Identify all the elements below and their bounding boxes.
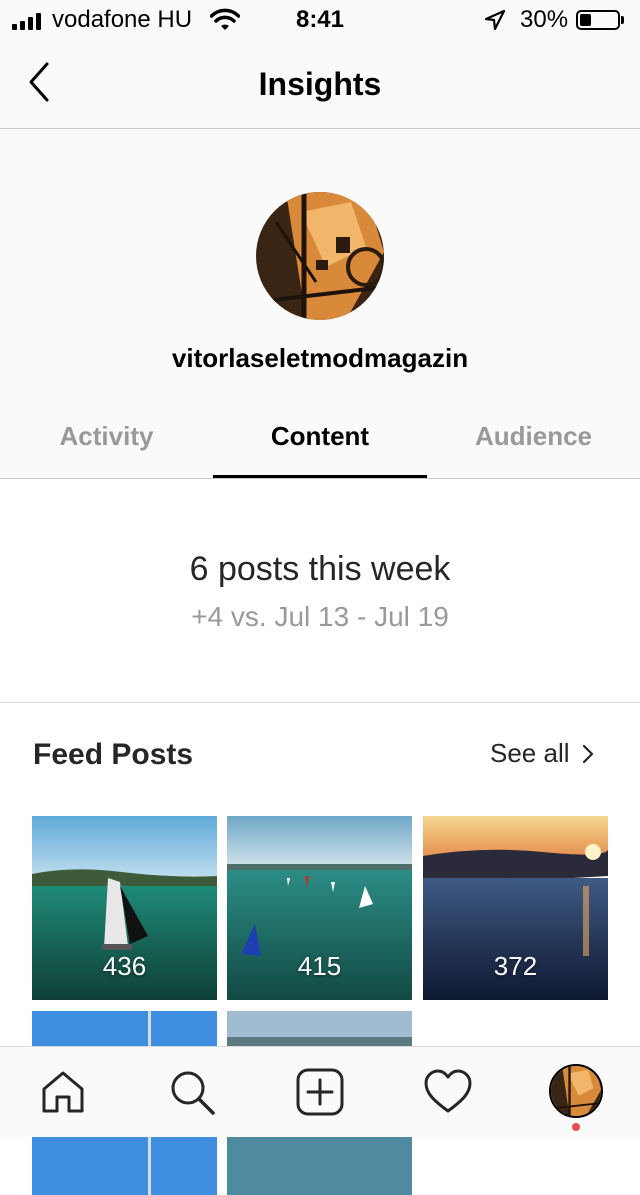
navigation-bar: Insights <box>0 40 640 129</box>
active-tab-indicator <box>213 475 427 478</box>
tab-content[interactable]: Content <box>213 421 427 452</box>
location-arrow-icon <box>484 9 506 31</box>
search-icon[interactable] <box>167 1067 217 1117</box>
profile-header: vitorlaseletmodmagazin Activity Content … <box>0 129 640 479</box>
profile-avatar <box>256 192 384 320</box>
home-icon[interactable] <box>38 1067 88 1117</box>
activity-heart-icon[interactable] <box>423 1067 473 1117</box>
post-thumbnail[interactable]: 436 <box>32 816 217 1000</box>
notification-dot <box>572 1123 580 1131</box>
battery-tip <box>621 16 624 24</box>
page-title: Insights <box>258 66 382 102</box>
profile-tab-avatar[interactable] <box>549 1064 603 1118</box>
post-thumbnail[interactable]: 415 <box>227 816 412 1000</box>
profile-username: vitorlaseletmodmagazin <box>171 343 469 373</box>
bottom-tab-bar <box>0 1046 640 1137</box>
feed-posts-heading: Feed Posts <box>33 738 194 771</box>
status-bar: vodafone HU 8:41 30% <box>0 0 640 40</box>
tab-activity[interactable]: Activity <box>0 421 213 452</box>
battery-percent: 30% <box>520 6 569 33</box>
tab-audience[interactable]: Audience <box>427 421 640 452</box>
posts-summary-title: 6 posts this week <box>189 550 451 588</box>
chevron-right-icon <box>582 744 593 763</box>
post-impressions-count: 372 <box>493 951 538 981</box>
new-post-icon[interactable] <box>295 1067 345 1117</box>
see-all-button[interactable]: See all <box>490 738 594 769</box>
posts-summary-comparison: +4 vs. Jul 13 - Jul 19 <box>191 601 449 632</box>
battery-icon <box>576 10 620 30</box>
post-impressions-count: 436 <box>102 951 147 981</box>
post-impressions-count: 415 <box>297 951 342 981</box>
see-all-label: See all <box>490 738 570 768</box>
post-thumbnail[interactable]: 372 <box>423 816 608 1000</box>
section-divider <box>0 702 640 703</box>
